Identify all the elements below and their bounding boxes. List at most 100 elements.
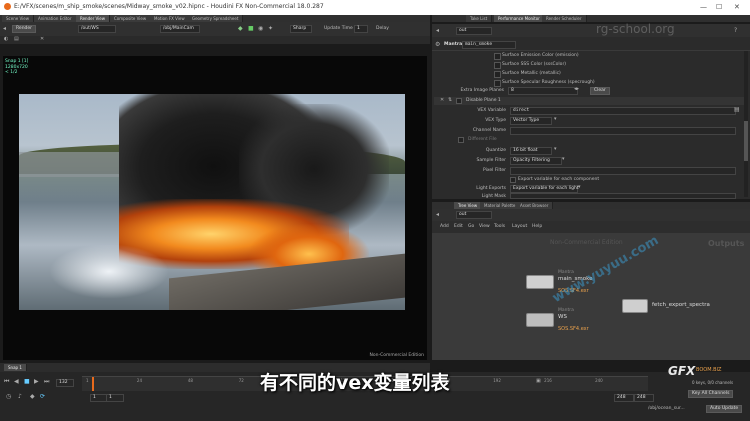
snapshot-icon[interactable]: ◉ [258,25,263,32]
maximize-icon[interactable]: ☐ [716,3,722,11]
render-region-icon[interactable]: ■ [248,25,254,32]
node-main-smoke-body[interactable] [526,275,554,289]
param-scrollbar[interactable] [744,51,748,197]
check-metallic[interactable] [494,71,501,78]
pin-icon[interactable]: ✦ [268,25,273,32]
different-file-check[interactable] [458,137,464,143]
check-emission[interactable] [494,53,501,60]
snap-label: Snap 1 [1] [5,59,29,64]
vex-variable-menu-icon[interactable]: ▤ [734,106,740,113]
tab-take-list[interactable]: Take List [466,15,493,22]
stop-icon[interactable]: ■ [24,378,30,385]
menu-edit[interactable]: Edit [454,224,463,229]
non-commercial-watermark: Non-Commercial Edition [369,353,424,358]
audio-icon[interactable]: ♪ [18,393,22,400]
tab-geometry-spreadsheet[interactable]: Geometry Spreadsheet [188,15,244,22]
camera-field[interactable]: /obj/MainCam [160,25,200,33]
snapshot-mode-dropdown[interactable]: Sharp [290,25,312,33]
render-path-field[interactable]: /out/WS [78,25,116,33]
keys-icon[interactable]: ◆ [30,393,35,400]
tab-render-scheduler[interactable]: Render Scheduler [542,15,587,22]
pixel-filter-field[interactable] [510,167,736,175]
channel-icon[interactable]: ◐ [4,36,8,43]
node-ws-name: WS [558,314,567,320]
auto-update-button[interactable]: Auto Update [706,405,743,413]
sample-filter-menu-icon[interactable]: ▾ [562,156,565,163]
quantize-dropdown[interactable]: 16 bit float [510,147,552,155]
tab-scene-view[interactable]: Scene View [2,15,34,22]
end-frame-field[interactable]: 248 [614,394,634,402]
close-icon[interactable]: ✕ [40,36,44,43]
lut-icon[interactable]: ▤ [14,36,19,43]
tab-animation-editor[interactable]: Animation Editor [34,15,77,22]
light-mask-field[interactable] [510,193,736,199]
playhead[interactable] [92,377,94,391]
help-icon[interactable]: ? [734,27,737,34]
menu-tools[interactable]: Tools [494,224,505,229]
network-path-field[interactable]: out [456,211,492,219]
minimize-icon[interactable]: — [700,3,707,11]
render-viewer[interactable]: Snap 1 [1] 1280x720 < 1/2 Non-Commercial… [3,56,427,360]
quantize-menu-icon[interactable]: ▾ [554,146,557,153]
tab-snap-1[interactable]: Snap 1 [4,364,27,371]
light-exports-menu-icon[interactable]: ▾ [578,184,581,191]
tab-render-view[interactable]: Render View [76,15,111,22]
vex-type-dropdown[interactable]: Vector Type [510,117,552,125]
vex-variable-label: VEX Variable [477,108,506,113]
tab-tree-view[interactable]: Tree View [454,202,483,209]
end-frame-field-2[interactable]: 248 [634,394,654,402]
disable-plane-check[interactable] [456,98,462,104]
menu-layout[interactable]: Layout [512,224,527,229]
close-icon[interactable]: ✕ [734,3,740,11]
node-fetch-body[interactable] [622,299,648,313]
tab-performance-monitor[interactable]: Performance Monitor [494,15,545,22]
node-type-label: Mantra [444,42,463,47]
tab-composite-view[interactable]: Composite View [110,15,152,22]
vex-type-menu-icon[interactable]: ▾ [554,116,557,123]
jump-end-icon[interactable]: ⏭ [44,378,49,385]
node-name-field[interactable]: main_smoke [462,41,516,49]
param-path-field[interactable]: out [456,27,492,35]
reorder-icon[interactable]: ⇅ [448,97,452,104]
light-exports-dropdown[interactable]: Export variable for each light [510,185,579,193]
extra-planes-field[interactable]: 8 [508,87,578,95]
step-back-icon[interactable]: ◀ [14,378,19,385]
stepper-icon[interactable]: ◂▸ [574,86,579,93]
update-time-field[interactable]: 1 [354,25,368,33]
tab-motion-fx-view[interactable]: Motion FX View [150,15,190,22]
check-ssscolor[interactable] [494,62,501,69]
network-editor[interactable]: Non-Commercial Edition Outputs Mantra ma… [432,233,750,360]
check-specrough-label: Surface Specular Roughness (specrough) [502,80,595,85]
loop-icon[interactable]: ⟳ [40,393,45,400]
preview-icon[interactable]: ◆ [238,25,243,32]
extra-planes-label: Extra Image Planes [460,88,504,93]
realtime-icon[interactable]: ◷ [6,393,11,400]
param-scrollbar-thumb[interactable] [744,121,748,161]
menu-help[interactable]: Help [532,224,542,229]
jump-start-icon[interactable]: ⏮ [4,378,9,385]
play-icon[interactable]: ▶ [34,378,39,385]
key-all-channels-button[interactable]: Key All Channels [688,390,734,398]
render-button[interactable]: Render [12,25,37,33]
check-specrough[interactable] [494,80,501,87]
gear-icon[interactable]: ⚙ [435,41,440,48]
remove-plane-icon[interactable]: ✕ [440,97,444,104]
sample-filter-dropdown[interactable]: Opacity Filtering [510,157,562,165]
channel-name-field[interactable] [510,127,736,135]
clear-button[interactable]: Clear [590,87,610,95]
export-component-check[interactable] [510,177,516,183]
tab-material-palette[interactable]: Material Palette [480,202,521,209]
back-arrow-icon[interactable]: ◂ [436,211,439,218]
back-icon[interactable]: ◂ [3,25,6,32]
quantize-label: Quantize [485,148,506,153]
menu-view[interactable]: View [479,224,490,229]
menu-go[interactable]: Go [468,224,474,229]
frame-range-icon[interactable]: ▣ [536,378,541,384]
start-frame-field-2[interactable]: 1 [106,394,124,402]
menu-add[interactable]: Add [440,224,449,229]
vex-variable-field[interactable]: direct [510,107,736,115]
node-ws-body[interactable] [526,313,554,327]
back-arrow-icon[interactable]: ◂ [436,27,439,34]
current-frame-field[interactable]: 132 [56,379,74,387]
tab-asset-browser[interactable]: Asset Browser [516,202,554,209]
